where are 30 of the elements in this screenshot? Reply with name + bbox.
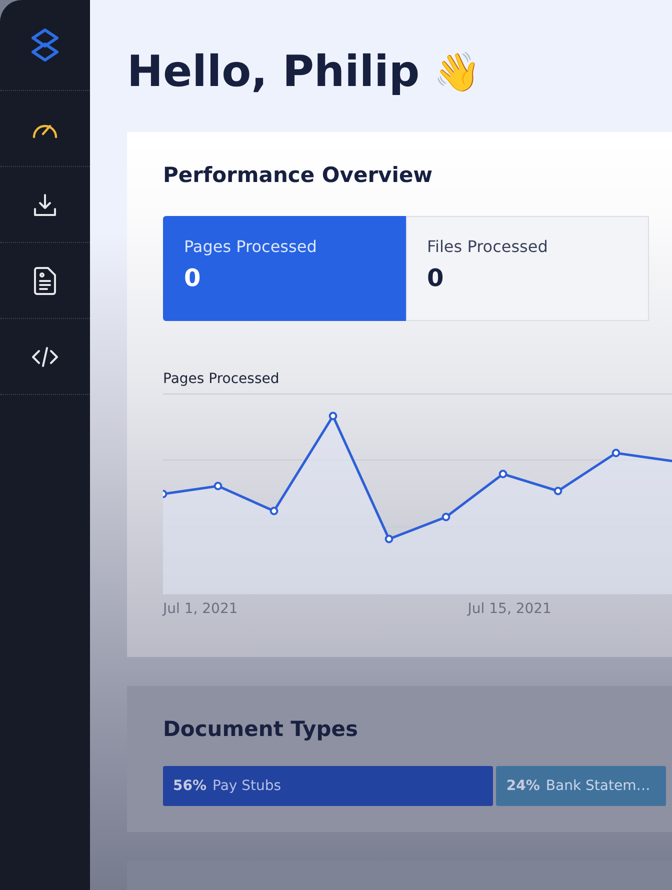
- segment-percent: 24%: [506, 778, 540, 794]
- stat-label: Files Processed: [427, 237, 549, 256]
- stat-tab[interactable]: Files Processed 0: [406, 216, 649, 321]
- data-point: [270, 506, 278, 516]
- stat-value: 0: [427, 264, 445, 292]
- waving-hand-emoji: 👋: [434, 49, 481, 96]
- stat-label: Pages Processed: [184, 237, 318, 256]
- data-point: [612, 448, 620, 458]
- page-title: Hello, Philip: [127, 46, 420, 99]
- logo-icon[interactable]: [29, 28, 61, 62]
- chart-title: Pages Processed: [163, 371, 280, 387]
- segment-label: Pay Stubs: [212, 778, 282, 794]
- axis-label: Jul 15, 2021: [468, 601, 552, 617]
- download-icon[interactable]: [33, 192, 57, 216]
- segment-percent: 56%: [173, 778, 207, 794]
- stat-tab[interactable]: Pages Processed 0: [163, 216, 406, 321]
- data-point: [554, 486, 562, 496]
- card-title: Performance Overview: [163, 162, 434, 189]
- data-point: [163, 490, 168, 498]
- card-title: Document Types: [163, 716, 359, 743]
- stat-value: 0: [184, 264, 202, 292]
- data-point: [214, 482, 222, 490]
- data-point: [384, 534, 394, 544]
- data-point: [498, 470, 508, 478]
- document-icon[interactable]: [34, 266, 56, 294]
- data-point: [328, 412, 338, 420]
- axis-label: Jul 1, 2021: [163, 601, 238, 617]
- segment-label: Bank Statem…: [546, 778, 650, 794]
- code-icon[interactable]: [31, 346, 59, 368]
- data-point: [442, 512, 450, 522]
